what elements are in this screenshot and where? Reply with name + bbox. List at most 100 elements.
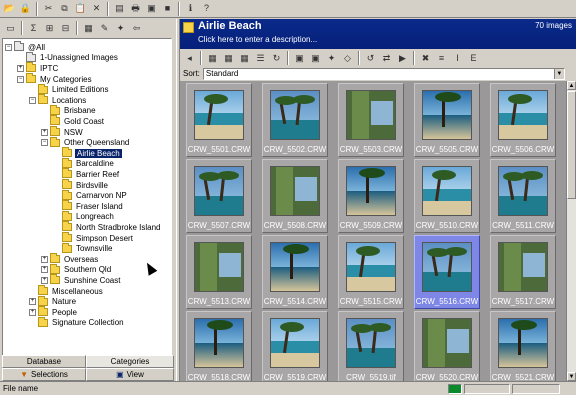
thumbnail[interactable]: CRW_5519.tif [338,311,404,381]
right-image-edit-button[interactable]: ▣ [292,51,307,66]
right-exif-button[interactable]: E [466,51,481,66]
right-view-grid-small-button[interactable]: ▦ [205,51,220,66]
collapse-icon[interactable]: − [17,75,24,83]
tree-item[interactable]: + People [29,306,78,318]
left-tree-collapse-button[interactable]: ⊟ [58,21,73,36]
collapse-icon[interactable]: − [41,139,48,147]
tree-item[interactable]: North Stradbroke Island [53,221,162,233]
tree-item[interactable]: + Nature [29,295,77,307]
right-refresh-button[interactable]: ↻ [269,51,284,66]
expand-icon[interactable]: + [29,298,36,306]
collapse-icon[interactable]: − [29,96,36,104]
thumbnail[interactable]: CRW_5514.CRW [262,235,328,309]
thumbnail[interactable]: CRW_5501.CRW [186,83,252,157]
tab-database[interactable]: Database [2,355,86,368]
expand-icon[interactable]: + [41,128,48,136]
left-panel-button[interactable]: ▭ [3,21,18,36]
thumbnail[interactable]: CRW_5506.CRW [490,83,556,157]
right-details-button[interactable]: ≡ [434,51,449,66]
scroll-down-icon[interactable]: ▼ [567,372,576,381]
tree-item-label: Barcaldine [76,159,114,169]
left-edit-category-button[interactable]: ✎ [97,21,112,36]
thumbnail[interactable]: CRW_5518.CRW [186,311,252,381]
thumbnail[interactable]: CRW_5515.CRW [338,235,404,309]
toolbar-separator [107,1,109,16]
thumbnail[interactable]: CRW_5511.CRW [490,159,556,233]
category-toolbar: ▭ Σ ⊞ ⊟ ▦ ✎ ✦ ⇦ [0,19,176,37]
thumbnail[interactable]: CRW_5508.CRW [262,159,328,233]
main-help-button[interactable]: ? [199,1,214,16]
tab-view[interactable]: ▣ View [86,368,174,381]
description-field[interactable]: Click here to enter a description... [198,35,317,44]
sort-select[interactable]: Standard ▼ [202,67,565,80]
right-slideshow-button[interactable]: ▶ [395,51,410,66]
tab-selections[interactable]: ▼ Selections [2,368,86,381]
tree-item[interactable]: + NSW [41,126,84,138]
right-tag-button[interactable]: ◇ [340,51,355,66]
main-paste-button[interactable]: 📋 [73,1,88,16]
right-move-button[interactable]: ⇄ [379,51,394,66]
main-print-button[interactable]: 🖶 [128,1,143,16]
main-lock-button[interactable]: 🔒 [18,1,33,16]
tree-item-label: Birdsville [76,180,109,190]
expand-icon[interactable]: + [17,64,24,72]
right-iptc-button[interactable]: I [450,51,465,66]
right-rotate-button[interactable]: ↺ [363,51,378,66]
vertical-scrollbar[interactable]: ▲ ▼ [566,81,576,381]
main-open-button[interactable]: 📂 [2,1,17,16]
thumbnail[interactable]: CRW_5519.CRW [262,311,328,381]
expand-icon[interactable]: + [29,308,36,316]
main-info-button[interactable]: ℹ [183,1,198,16]
scroll-thumb[interactable] [567,91,576,199]
thumbnail[interactable]: CRW_5509.CRW [338,159,404,233]
tree-item[interactable]: Townsville [53,242,113,254]
left-tree-expand-button[interactable]: ⊞ [42,21,57,36]
tree-item[interactable]: + IPTC [17,62,59,74]
thumbnail-image [346,166,396,216]
right-view-list-button[interactable]: ☰ [253,51,268,66]
right-image-props-button[interactable]: ▣ [308,51,323,66]
right-view-grid-large-button[interactable]: ▦ [237,51,252,66]
thumbnail[interactable]: CRW_5520.CRW [414,311,480,381]
tree-item[interactable]: − Other Queensland [41,136,130,148]
folder-icon [50,253,60,264]
expand-icon[interactable]: + [41,276,48,284]
expand-icon[interactable]: + [41,266,48,274]
main-camera-button[interactable]: ▣ [144,1,159,16]
selections-icon: ▼ [20,370,28,379]
main-copy-button[interactable]: ⧉ [57,1,72,16]
right-delete-button[interactable]: ✖ [418,51,433,66]
tree-item[interactable]: − My Categories [17,73,93,85]
left-magic-button[interactable]: ✦ [113,21,128,36]
thumbnail[interactable]: CRW_5505.CRW [414,83,480,157]
tree-item[interactable]: + Sunshine Coast [41,274,121,286]
left-new-category-button[interactable]: ▦ [81,21,96,36]
main-delete-button[interactable]: ✕ [89,1,104,16]
cut-icon: ✂ [44,3,53,13]
chevron-down-icon[interactable]: ▼ [553,68,564,79]
thumbnail[interactable]: CRW_5521.CRW [490,311,556,381]
right-view-grid-medium-button[interactable]: ▦ [221,51,236,66]
tree-item[interactable]: Signature Collection [29,316,125,329]
main-cut-button[interactable]: ✂ [41,1,56,16]
left-back-button[interactable]: ⇦ [129,21,144,36]
tab-categories[interactable]: Categories [86,355,174,368]
category-tree[interactable]: − @All 1-Unassigned Images + IPTC − My Categor… [2,38,172,372]
thumbnail[interactable]: CRW_5513.CRW [186,235,252,309]
collapse-icon[interactable]: − [5,43,12,51]
thumbnail[interactable]: CRW_5510.CRW [414,159,480,233]
tree-item[interactable]: − Locations [29,94,87,106]
main-stop-button[interactable]: ■ [160,1,175,16]
thumbnail[interactable]: CRW_5503.CRW [338,83,404,157]
thumbnail[interactable]: CRW_5507.CRW [186,159,252,233]
tree-item-label: Brisbane [64,106,96,116]
left-sum-button[interactable]: Σ [26,21,41,36]
thumbnail[interactable]: CRW_5502.CRW [262,83,328,157]
expand-icon[interactable]: + [41,255,48,263]
right-magic-wand-button[interactable]: ✦ [324,51,339,66]
thumbnail[interactable]: CRW_5516.CRW [414,235,480,309]
thumbnail[interactable]: CRW_5517.CRW [490,235,556,309]
main-catalog-button[interactable]: ▤ [112,1,127,16]
right-view-back-button[interactable]: ◂ [182,51,197,66]
scroll-up-icon[interactable]: ▲ [567,81,576,90]
